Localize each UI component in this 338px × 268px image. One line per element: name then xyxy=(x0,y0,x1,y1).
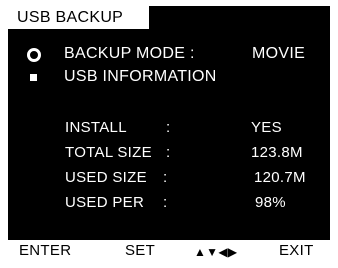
usb-information-label: USB INFORMATION xyxy=(64,68,217,85)
used-per-value: 98% xyxy=(255,194,286,211)
set-button[interactable]: SET xyxy=(125,240,155,262)
used-size-label: USED SIZE xyxy=(65,169,147,186)
used-per-label: USED PER xyxy=(65,194,145,211)
usb-information-option[interactable]: USB INFORMATION xyxy=(64,67,217,87)
enter-button[interactable]: ENTER xyxy=(19,240,71,262)
control-bar: ENTER SET ▲▼◀▶ EXIT xyxy=(8,240,330,262)
exit-button[interactable]: EXIT xyxy=(279,240,314,262)
backup-mode-option[interactable]: BACKUP MODE : xyxy=(64,44,195,64)
install-label: INSTALL xyxy=(65,119,127,136)
square-bullet-icon xyxy=(30,74,37,81)
used-size-value: 120.7M xyxy=(254,169,306,186)
total-size-colon: : xyxy=(166,144,171,161)
backup-mode-value[interactable]: MOVIE xyxy=(252,44,305,64)
install-value: YES xyxy=(251,119,282,136)
total-size-value: 123.8M xyxy=(251,144,303,161)
arrow-keys-icon[interactable]: ▲▼◀▶ xyxy=(194,241,237,263)
usb-backup-screen: USB BACKUP BACKUP MODE : MOVIE USB INFOR… xyxy=(8,6,330,262)
total-size-label: TOTAL SIZE xyxy=(65,144,152,161)
screen-title: USB BACKUP xyxy=(8,6,150,30)
radio-selected-icon xyxy=(27,48,41,62)
used-size-colon: : xyxy=(163,169,168,186)
backup-mode-label: BACKUP MODE : xyxy=(64,45,195,62)
used-per-colon: : xyxy=(163,194,168,211)
install-colon: : xyxy=(166,119,171,136)
